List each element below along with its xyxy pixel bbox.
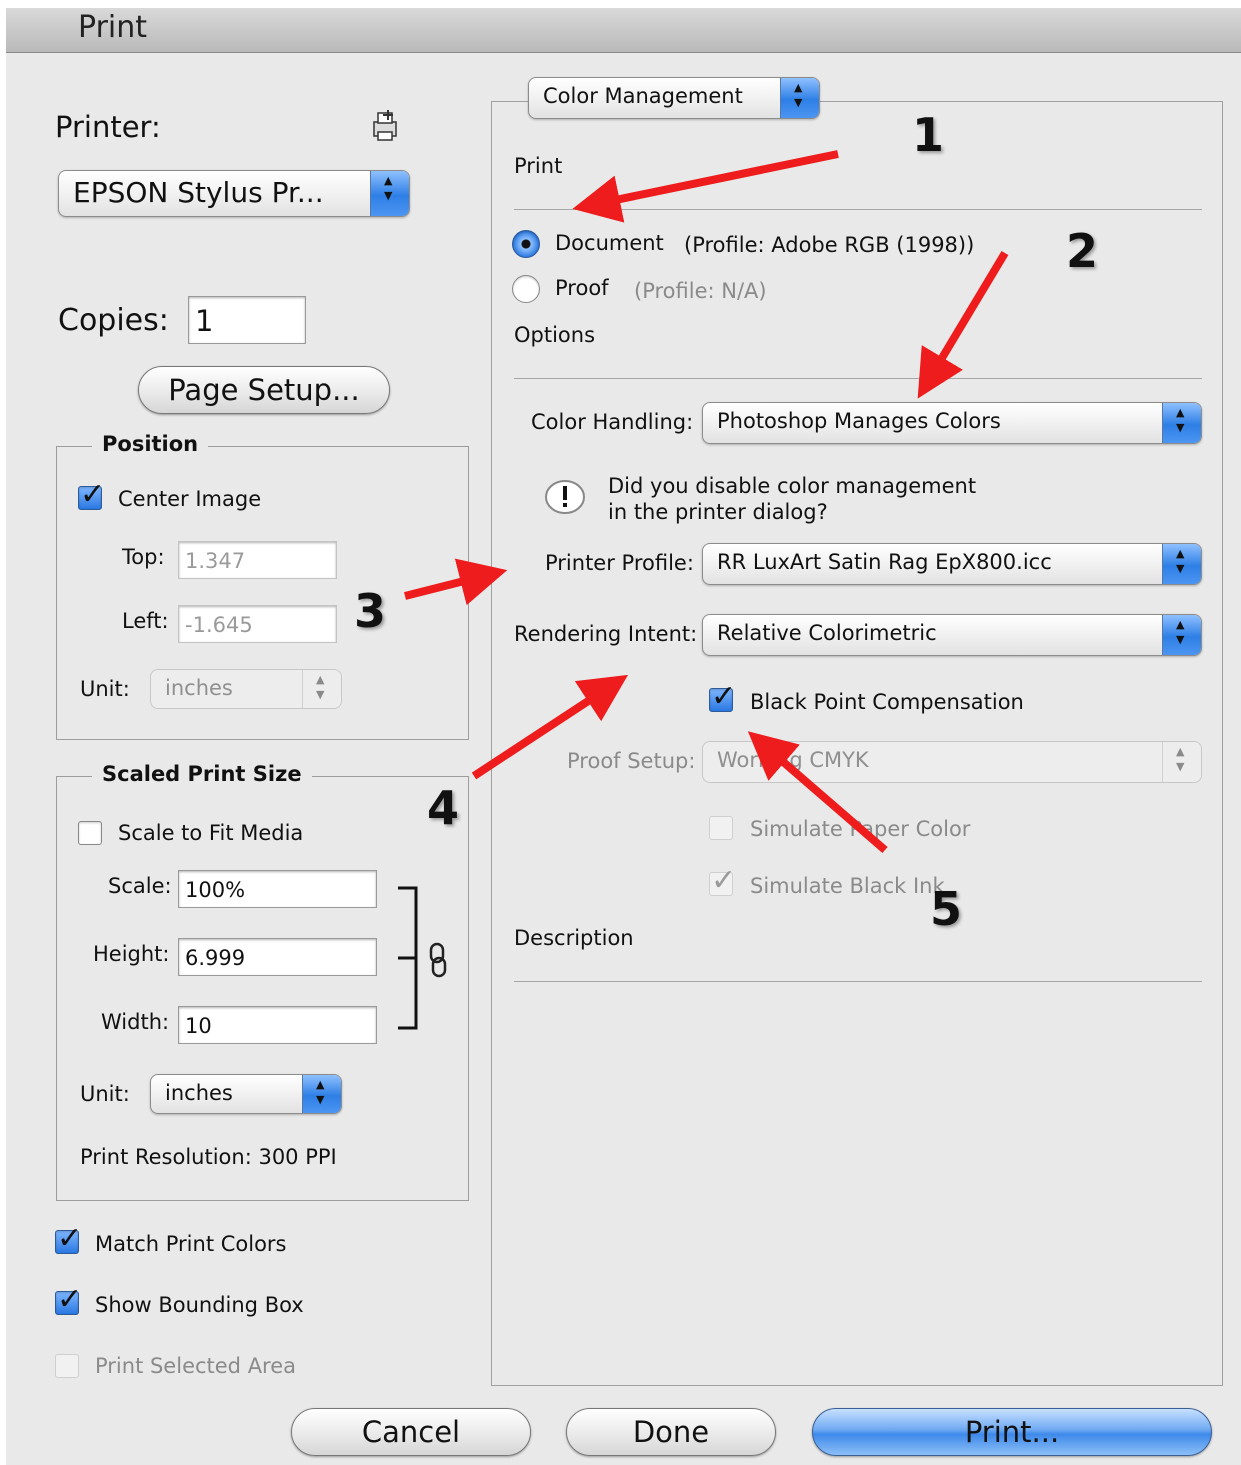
annotation-4: 4 — [427, 781, 460, 835]
arrow-2 — [917, 250, 1009, 399]
annotation-5: 5 — [930, 882, 963, 936]
annotation-3: 3 — [354, 584, 387, 638]
annotation-2: 2 — [1066, 224, 1099, 278]
arrow-5 — [747, 731, 888, 854]
arrow-3 — [404, 558, 508, 606]
annotation-arrows — [404, 150, 1009, 854]
annotation-1: 1 — [912, 108, 945, 162]
arrow-4 — [471, 674, 629, 780]
arrow-1 — [572, 150, 839, 223]
